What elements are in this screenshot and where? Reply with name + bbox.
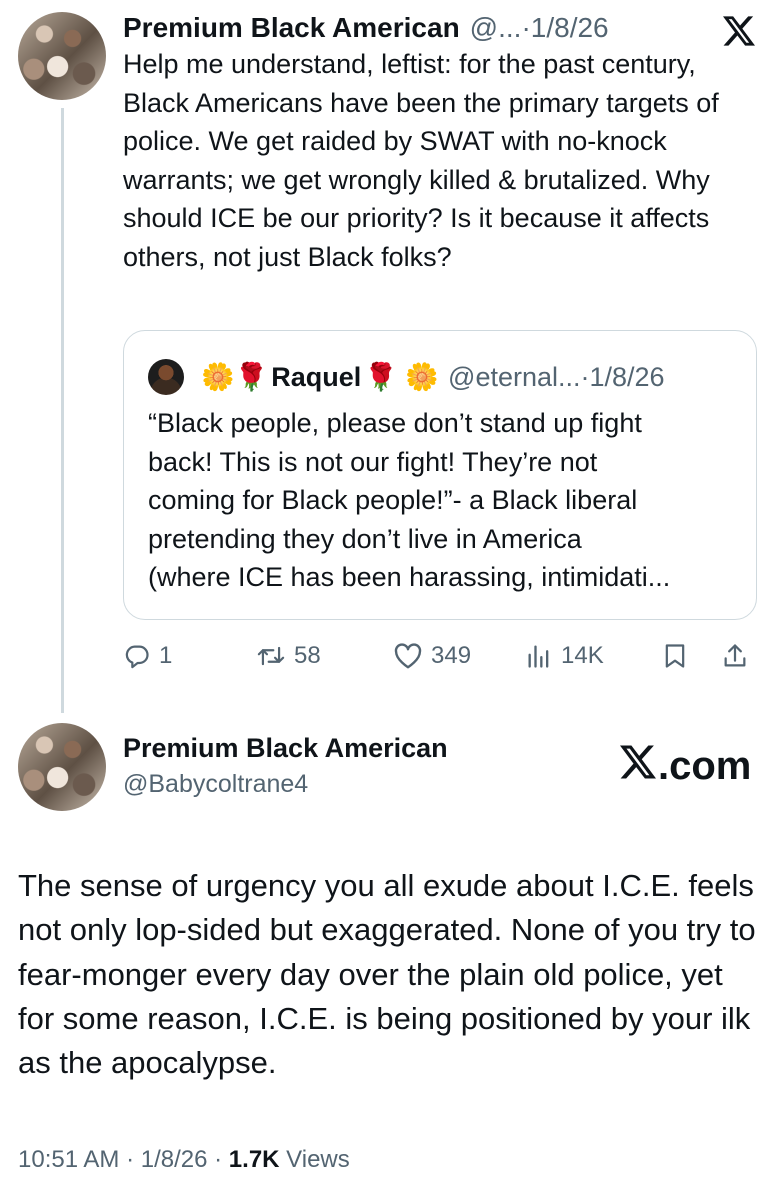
like-button[interactable]: 349 (393, 636, 471, 676)
quoted-line: (where ICE has been harassing, intimidat… (148, 562, 671, 592)
quoted-tweet-header: 🌼🌹 Raquel 🌹 🌼 @eternal... · 1/8/26 (148, 357, 665, 397)
tweet-date[interactable]: 1/8/26 (141, 1146, 208, 1173)
bookmark-icon (661, 642, 689, 670)
like-count: 349 (431, 642, 472, 669)
separator-dot: · (207, 1146, 229, 1173)
separator-dot: · (580, 361, 590, 392)
author-avatar[interactable] (18, 12, 106, 100)
reply-icon (123, 642, 151, 670)
quoted-line: pretending they don’t live in America (148, 523, 582, 554)
quoted-line: “Black people, please don’t stand up fig… (148, 408, 642, 438)
bookmark-button[interactable] (661, 636, 689, 676)
x-logo-icon (620, 744, 658, 789)
quoted-tweet-text: “Black people, please don’t stand up fig… (148, 404, 733, 597)
separator-dot: · (521, 12, 531, 43)
watermark-domain: .com (658, 743, 752, 788)
tweet-header: Premium Black American @... · 1/8/26 (123, 8, 609, 48)
tweet-footer: 10:51 AM · 1/8/26 · 1.7K Views (18, 1146, 350, 1174)
author-handle[interactable]: @... (470, 12, 522, 44)
tweet-date[interactable]: 1/8/26 (531, 12, 609, 44)
author-avatar[interactable] (18, 723, 106, 811)
quoted-name-emoji-left: 🌼🌹 (201, 362, 269, 392)
views-count: 14K (561, 642, 604, 669)
repost-count: 58 (294, 642, 321, 669)
repost-button[interactable]: 58 (256, 636, 321, 676)
quoted-author-handle[interactable]: @eternal... (448, 362, 580, 393)
author-handle[interactable]: @Babycoltrane4 (123, 770, 308, 799)
tweet-time[interactable]: 10:51 AM (18, 1146, 119, 1173)
share-button[interactable] (721, 636, 749, 676)
quoted-tweet-date[interactable]: 1/8/26 (590, 362, 665, 393)
views-icon (525, 642, 553, 670)
views-label: Views (279, 1146, 350, 1173)
x-com-watermark: .com (620, 742, 751, 790)
x-logo-icon (722, 14, 756, 48)
tweet-text: Help me understand, leftist: for the pas… (123, 49, 719, 272)
reply-button[interactable]: 1 (123, 636, 172, 676)
views-button[interactable]: 14K (525, 636, 604, 676)
share-icon (721, 642, 749, 670)
repost-icon (256, 642, 286, 670)
views-count: 1.7K (228, 1146, 280, 1173)
like-icon (393, 642, 423, 670)
author-name[interactable]: Premium Black American (123, 733, 448, 764)
tweet-action-bar: 1 58 349 14K (123, 636, 757, 676)
thread-connector-line (61, 108, 64, 713)
separator-dot: · (119, 1146, 141, 1173)
quoted-line: coming for Black people!”- a Black liber… (148, 485, 638, 515)
quoted-line: back! This is not our fight! They’re not (148, 446, 598, 477)
quoted-author-avatar[interactable] (148, 359, 184, 395)
quoted-author-name[interactable]: Raquel (271, 362, 361, 393)
quoted-name-emoji-right: 🌹 🌼 (364, 362, 440, 392)
tweet-text: The sense of urgency you all exude about… (18, 868, 756, 1081)
author-name[interactable]: Premium Black American (123, 12, 460, 44)
reply-count: 1 (159, 642, 173, 669)
